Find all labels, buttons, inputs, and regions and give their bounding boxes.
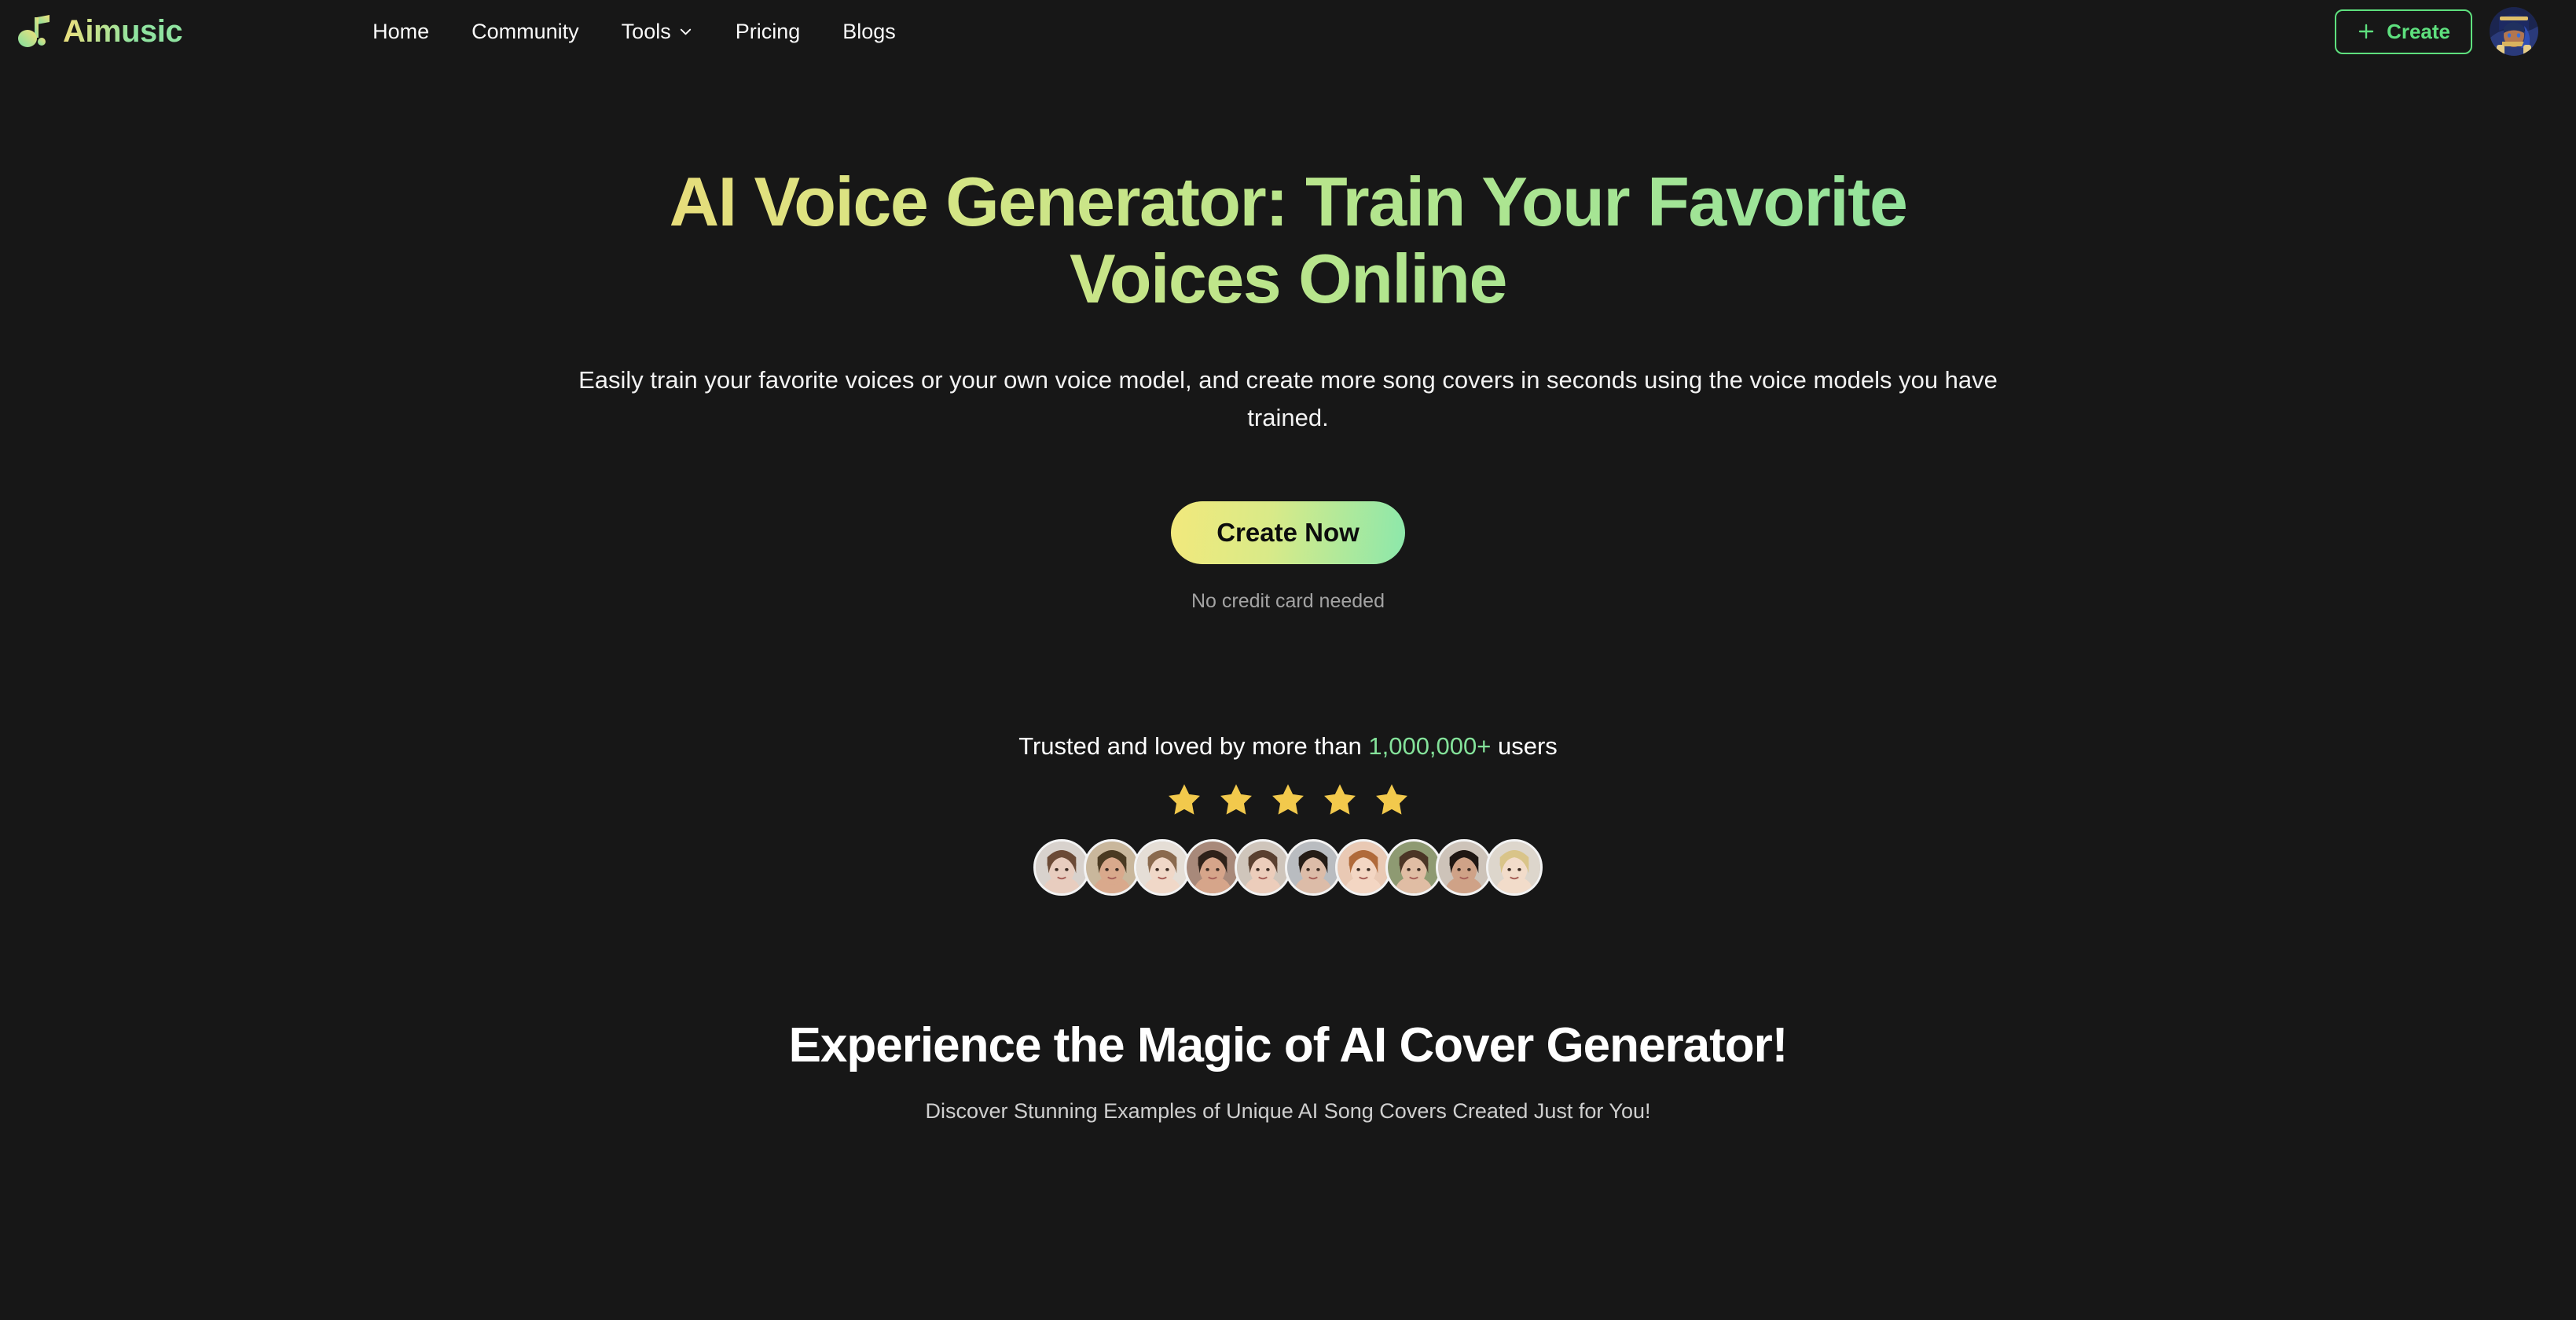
trust-statement: Trusted and loved by more than 1,000,000… <box>0 732 2576 761</box>
section-title: Experience the Magic of AI Cover Generat… <box>788 1018 1789 1073</box>
header-actions: Create <box>2335 7 2538 56</box>
hero-subtitle: Easily train your favorite voices or you… <box>578 366 1998 432</box>
examples-section: Experience the Magic of AI Cover Generat… <box>0 1018 2576 1124</box>
user-photo-icon <box>1335 839 1392 896</box>
brand-logo[interactable]: Aimusic <box>17 13 183 50</box>
create-button[interactable]: Create <box>2335 9 2472 54</box>
star-icon <box>1374 782 1410 818</box>
section-subtitle: Discover Stunning Examples of Unique AI … <box>925 1099 1651 1124</box>
user-count-badge: 1,000,000+ <box>1368 732 1492 761</box>
nav-label: Tools <box>621 19 671 43</box>
create-now-button[interactable]: Create Now <box>1171 501 1405 565</box>
star-icon <box>1218 782 1254 818</box>
nav-item-community[interactable]: Community <box>450 15 600 49</box>
main-navigation: Home Community Tools Pricing Blogs <box>351 15 917 49</box>
avatar[interactable] <box>2490 7 2538 56</box>
hero-section: AI Voice Generator: Train Your Favorite … <box>0 63 2576 613</box>
user-photo-icon <box>1033 839 1090 896</box>
nav-item-blogs[interactable]: Blogs <box>821 15 917 49</box>
hero-cta-group: Create Now No credit card needed <box>0 501 2576 613</box>
music-note-icon <box>17 13 53 50</box>
star-rating <box>0 782 2576 818</box>
cta-note: No credit card needed <box>1191 590 1385 613</box>
nav-item-home[interactable]: Home <box>351 15 450 49</box>
star-icon <box>1322 782 1358 818</box>
social-proof-section: Trusted and loved by more than 1,000,000… <box>0 732 2576 896</box>
user-photo-icon <box>1084 839 1140 896</box>
user-photo-icon <box>1134 839 1191 896</box>
create-button-label: Create <box>2387 19 2450 43</box>
nav-label: Blogs <box>842 19 896 43</box>
user-photo-icon <box>1486 839 1543 896</box>
page-title: AI Voice Generator: Train Your Favorite … <box>581 163 1995 317</box>
user-photo-icon <box>1184 839 1241 896</box>
chevron-down-icon <box>678 24 693 39</box>
user-photo-icon <box>1235 839 1291 896</box>
nav-label: Community <box>472 19 579 43</box>
trust-suffix: users <box>1491 732 1558 761</box>
nav-item-tools[interactable]: Tools <box>600 15 714 49</box>
nav-label: Home <box>372 19 430 43</box>
site-header: Aimusic Home Community Tools Pricing Blo… <box>0 0 2576 63</box>
user-photo-icon <box>1385 839 1442 896</box>
nav-label: Pricing <box>735 19 801 43</box>
user-photo-icon <box>1285 839 1341 896</box>
user-avatar-stack <box>0 839 2576 896</box>
brand-name: Aimusic <box>63 13 183 49</box>
nav-item-pricing[interactable]: Pricing <box>714 15 822 49</box>
trust-prefix: Trusted and loved by more than <box>1018 732 1369 761</box>
page-main: AI Voice Generator: Train Your Favorite … <box>0 63 2576 1124</box>
star-icon <box>1270 782 1306 818</box>
user-photo-icon <box>1436 839 1492 896</box>
plus-icon <box>2357 22 2376 41</box>
star-icon <box>1166 782 1202 818</box>
